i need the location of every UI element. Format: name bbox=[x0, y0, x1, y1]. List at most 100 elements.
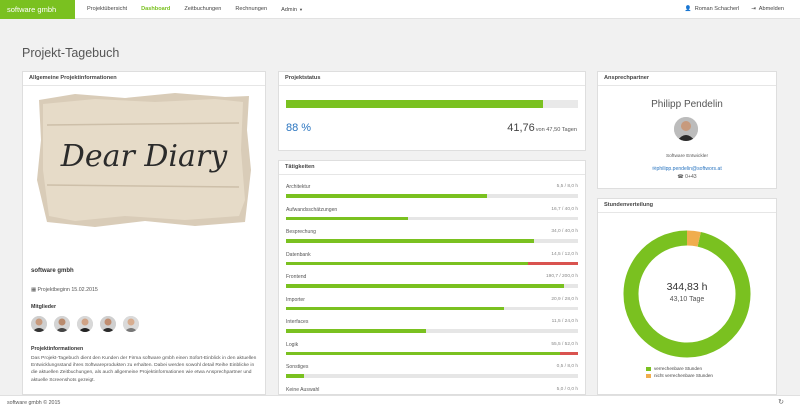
activity-row: Logik 55,5 / 52,0 h bbox=[286, 342, 578, 362]
activity-name: Datenbank bbox=[286, 251, 311, 258]
activities-panel: Tätigkeiten Architektur 5,5 / 8,0 h Aufwan… bbox=[278, 160, 586, 400]
hours-distribution-heading: Stundenverteilung bbox=[598, 199, 776, 213]
project-info-heading: Allgemeine Projektinformationen bbox=[23, 72, 265, 86]
activity-row: Sonstiges 0,5 / 8,0 h bbox=[286, 364, 578, 384]
logout-button[interactable]: ⇥ Abmelden bbox=[745, 0, 790, 19]
project-status-panel: Projektstatus 88 % 41,76von 47,50 Tagen bbox=[278, 71, 586, 151]
legend-item-billable: verrechenbare Stunden bbox=[646, 365, 713, 372]
company-name: software gmbh bbox=[31, 268, 74, 274]
contact-name: Philipp Pendelin bbox=[651, 99, 723, 110]
user-name: Roman Schacherl bbox=[694, 6, 740, 12]
activity-progress-fill bbox=[286, 329, 426, 333]
activity-progress-bar bbox=[286, 261, 578, 265]
hours-donut-chart bbox=[623, 230, 751, 358]
brand-logo[interactable]: software gmbh bbox=[0, 0, 75, 19]
user-menu[interactable]: 👤 Roman Schacherl bbox=[679, 0, 745, 19]
contact-phone: ☎ 0+43 bbox=[598, 174, 776, 180]
logout-label: Abmelden bbox=[758, 6, 784, 12]
activity-hours: 5,0 / 0,0 h bbox=[556, 386, 578, 392]
legend-label: verrechenbare Stunden bbox=[654, 366, 703, 371]
activity-hours: 16,7 / 40,0 h bbox=[551, 206, 578, 212]
project-status-heading: Projektstatus bbox=[279, 72, 585, 86]
footer-text: software gmbh © 2015 bbox=[7, 400, 61, 406]
activity-progress-fill bbox=[286, 374, 305, 378]
activity-progress-bar bbox=[286, 216, 578, 220]
activity-row: Besprechung 34,0 / 40,0 h bbox=[286, 229, 578, 249]
nav-item-dashboard[interactable]: Dashboard bbox=[134, 0, 177, 19]
activity-progress-bar bbox=[286, 329, 578, 333]
caret-down-icon: ▼ bbox=[298, 7, 303, 12]
activity-hours: 14,5 / 12,0 h bbox=[551, 251, 578, 257]
activity-row: Importer 20,9 / 28,0 h bbox=[286, 297, 578, 317]
members-list bbox=[31, 316, 139, 332]
phone-icon: ☎ bbox=[677, 174, 686, 180]
member-avatar[interactable] bbox=[54, 316, 70, 332]
member-avatar[interactable] bbox=[77, 316, 93, 332]
contact-email-link[interactable]: ✉philipp.pendelin@softwors.at bbox=[598, 166, 776, 172]
start-date-text: Projektbeginn 15.02.2015 bbox=[37, 287, 98, 293]
activity-progress-bar bbox=[286, 239, 578, 243]
contact-photo bbox=[674, 117, 698, 141]
contact-phone-text: 0+43 bbox=[685, 174, 697, 180]
refresh-icon[interactable]: ↻ bbox=[778, 396, 784, 410]
activity-progress-fill bbox=[286, 351, 560, 355]
footer: software gmbh © 2015 ↻ bbox=[0, 395, 800, 410]
activity-row: Frontend 190,7 / 200,0 h bbox=[286, 274, 578, 294]
member-avatar[interactable] bbox=[123, 316, 139, 332]
project-image: Dear Diary bbox=[37, 93, 251, 227]
activity-progress-bar bbox=[286, 374, 578, 378]
activity-row: Datenbank 14,5 / 12,0 h bbox=[286, 252, 578, 272]
donut-slice-billable bbox=[623, 230, 751, 358]
activity-progress-fill bbox=[286, 194, 487, 198]
admin-label: Admin bbox=[281, 7, 297, 13]
user-icon: 👤 bbox=[684, 6, 692, 12]
status-progress-bar bbox=[286, 100, 578, 108]
legend-item-nonbillable: nicht verrechenbare Stunden bbox=[646, 372, 713, 379]
activity-name: Sonstiges bbox=[286, 364, 309, 370]
logout-icon: ⇥ bbox=[751, 6, 756, 12]
activity-progress-bar bbox=[286, 194, 578, 198]
activity-progress-fill bbox=[286, 284, 565, 288]
activity-overrun-fill bbox=[559, 351, 578, 355]
contact-panel: Ansprechpartner Philipp Pendelin Softwar… bbox=[597, 71, 777, 189]
status-progress-fill bbox=[286, 100, 543, 108]
status-hours-suffix: von 47,50 Tagen bbox=[535, 127, 577, 133]
project-info-label: Projektinformationen bbox=[31, 346, 84, 352]
nav-item-rechnungen[interactable]: Rechnungen bbox=[228, 0, 274, 19]
activity-overrun-fill bbox=[527, 261, 578, 265]
contact-email-text: philipp.pendelin@softwors.at bbox=[656, 166, 722, 172]
activity-row: Interfaces 11,5 / 24,0 h bbox=[286, 319, 578, 339]
activity-progress-bar bbox=[286, 306, 578, 310]
total-hours: 344,83 h bbox=[666, 281, 708, 293]
status-hours: 41,76von 47,50 Tagen bbox=[507, 122, 577, 134]
chart-legend: verrechenbare Stunden nicht verrechenbar… bbox=[646, 365, 713, 379]
member-avatar[interactable] bbox=[31, 316, 47, 332]
main-nav: Projektübersicht Dashboard Zeitbuchungen… bbox=[80, 0, 310, 19]
nav-item-projektuebersicht[interactable]: Projektübersicht bbox=[80, 0, 134, 19]
member-avatar[interactable] bbox=[100, 316, 116, 332]
project-info-text: Das Projekt-Tagebuch dient den Kunden de… bbox=[31, 356, 257, 383]
activity-row: Aufwandsschätzungen 16,7 / 40,0 h bbox=[286, 207, 578, 227]
activity-progress-fill bbox=[286, 306, 504, 310]
activities-heading: Tätigkeiten bbox=[279, 161, 585, 175]
contact-role: Software Entwickler bbox=[665, 154, 709, 159]
activity-hours: 5,5 / 8,0 h bbox=[556, 184, 578, 189]
top-navbar: software gmbh Projektübersicht Dashboard… bbox=[0, 0, 800, 19]
total-days: 43,10 Tage bbox=[669, 296, 705, 303]
activity-name: Interfaces bbox=[286, 319, 309, 325]
activity-name: Besprechung bbox=[286, 229, 317, 235]
legend-swatch bbox=[646, 366, 651, 371]
activity-row: Architektur 5,5 / 8,0 h bbox=[286, 184, 578, 204]
contact-heading: Ansprechpartner bbox=[598, 72, 776, 86]
activity-hours: 55,5 / 52,0 h bbox=[551, 341, 578, 347]
nav-item-zeitbuchungen[interactable]: Zeitbuchungen bbox=[177, 0, 228, 19]
members-label: Mitglieder bbox=[31, 304, 57, 310]
activity-name: Keine Auswahl bbox=[286, 386, 320, 393]
hours-distribution-panel: Stundenverteilung 344,83 h 43,10 Tage ve… bbox=[597, 198, 777, 395]
project-info-panel: Allgemeine Projektinformationen Dear Dia… bbox=[22, 71, 266, 395]
legend-label: nicht verrechenbare Stunden bbox=[654, 373, 713, 378]
activity-progress-fill bbox=[286, 239, 535, 243]
nav-item-admin-dropdown[interactable]: Admin ▼ bbox=[274, 0, 310, 19]
activity-hours: 0,5 / 8,0 h bbox=[556, 364, 578, 369]
diary-handwriting: Dear Diary bbox=[60, 139, 228, 174]
